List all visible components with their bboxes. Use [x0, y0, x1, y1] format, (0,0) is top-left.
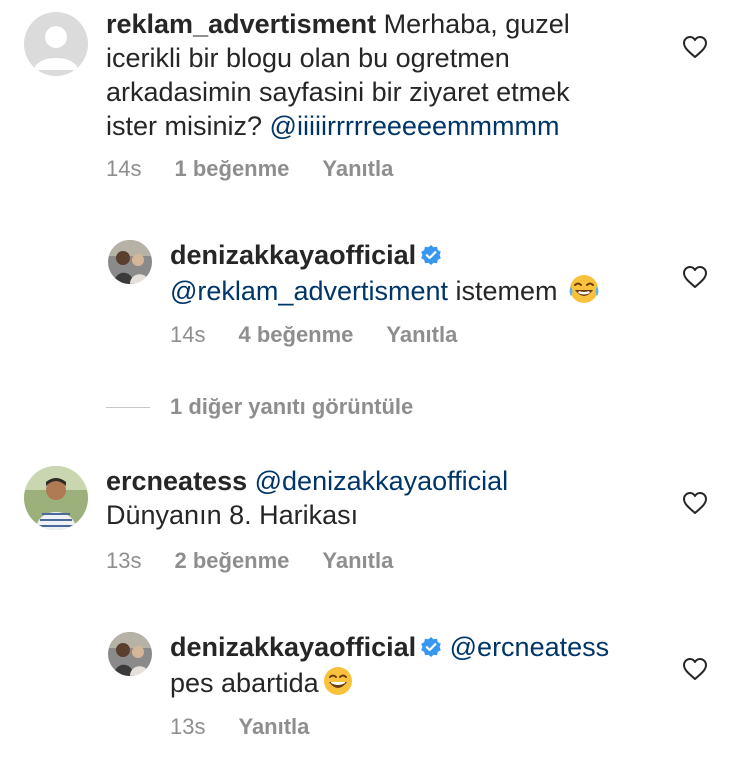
avatar-denizakkaya[interactable]: [108, 240, 152, 284]
comment-username[interactable]: denizakkayaofficial: [170, 240, 416, 270]
like-heart-icon[interactable]: [682, 35, 708, 59]
comment-mention[interactable]: @reklam_advertisment: [170, 276, 448, 306]
profile-photo-icon: [108, 632, 152, 676]
comment-reply-button[interactable]: Yanıtla: [322, 156, 393, 182]
comment-reply-button[interactable]: Yanıtla: [322, 548, 393, 574]
view-more-replies-button[interactable]: 1 diğer yanıtı görüntüle: [106, 394, 413, 420]
comment-meta: 13s 2 beğenme Yanıtla: [106, 548, 393, 574]
comment-time: 13s: [170, 714, 206, 739]
comment-text: pes abartida: [170, 668, 319, 698]
comment-mention[interactable]: @iiiiirrrrreeeeemmmmm: [270, 111, 560, 141]
profile-photo-icon: [108, 240, 152, 284]
comment-meta: 13s Yanıtla: [170, 714, 309, 740]
profile-photo-icon: [24, 466, 88, 530]
comment-likes-button[interactable]: 1 beğenme: [174, 156, 289, 182]
avatar-ercneatess[interactable]: [24, 466, 88, 530]
tears-of-joy-emoji-icon: [567, 272, 601, 306]
comment-meta: 14s 4 beğenme Yanıtla: [170, 322, 457, 348]
comment-meta: 14s 1 beğenme Yanıtla: [106, 156, 393, 182]
comment-time: 14s: [170, 322, 206, 347]
grinning-face-emoji-icon: [321, 664, 355, 698]
comment-username[interactable]: ercneatess: [106, 466, 247, 496]
comment-text: istemem: [455, 276, 558, 306]
avatar-reklam[interactable]: [24, 12, 88, 76]
verified-badge-icon: [420, 244, 442, 266]
comment-text: Dünyanın 8. Harikası: [106, 500, 359, 530]
comment-reply-button[interactable]: Yanıtla: [238, 714, 309, 740]
like-heart-icon[interactable]: [682, 265, 708, 289]
comment-body: denizakkayaofficial @reklam_advertisment…: [170, 238, 650, 308]
comment-username[interactable]: denizakkayaofficial: [170, 632, 416, 662]
comment-text-line: arkadasimin sayfasini bir ziyaret etmek: [106, 77, 570, 107]
comment-likes-button[interactable]: 2 beğenme: [174, 548, 289, 574]
like-heart-icon[interactable]: [682, 657, 708, 681]
divider-line: [106, 406, 150, 408]
comment-time: 14s: [106, 156, 142, 181]
default-avatar-icon: [24, 12, 88, 76]
comment-mention[interactable]: @ercneatess: [450, 632, 609, 662]
comment-mention[interactable]: @denizakkayaofficial: [255, 466, 509, 496]
comment-text-line: icerikli bir blogu olan bu ogretmen: [106, 43, 510, 73]
comment-reply-button[interactable]: Yanıtla: [386, 322, 457, 348]
verified-badge-icon: [420, 636, 442, 658]
comment-likes-button[interactable]: 4 beğenme: [238, 322, 353, 348]
comment-username[interactable]: reklam_advertisment: [106, 9, 376, 39]
comment-text-line: ister misiniz?: [106, 111, 263, 141]
comment-body: reklam_advertisment Merhaba, guzel iceri…: [106, 7, 646, 143]
view-more-replies-label: 1 diğer yanıtı görüntüle: [170, 394, 414, 419]
comment-time: 13s: [106, 548, 142, 573]
comment-text-line: Merhaba, guzel: [383, 9, 570, 39]
comment-body: denizakkayaofficial @ercneatess pes abar…: [170, 630, 650, 700]
like-heart-icon[interactable]: [682, 491, 708, 515]
comment-body: ercneatess @denizakkayaofficial Dünyanın…: [106, 464, 666, 532]
avatar-denizakkaya[interactable]: [108, 632, 152, 676]
